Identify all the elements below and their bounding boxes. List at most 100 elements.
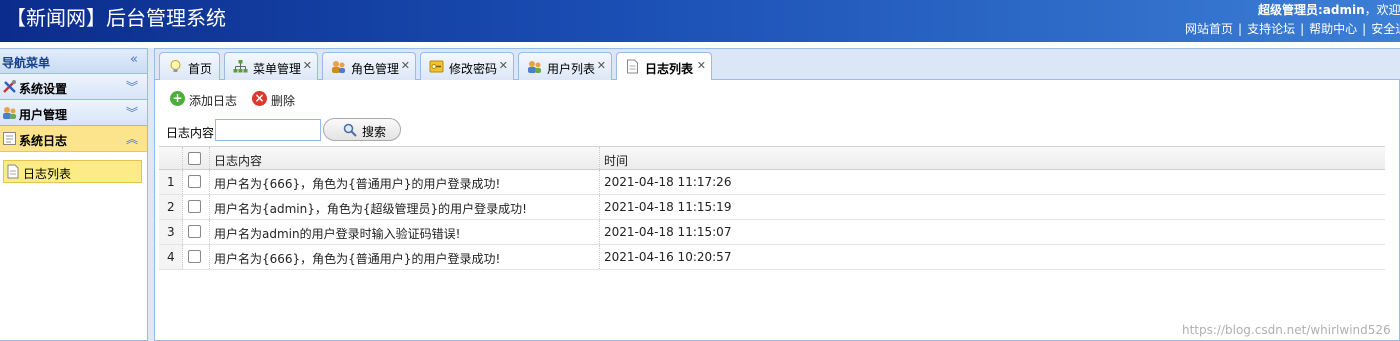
column-header-time[interactable]: 时间: [600, 147, 1385, 169]
document-icon: [7, 164, 19, 179]
log-time-cell: 2021-04-16 10:20:57: [604, 250, 732, 264]
add-icon: +: [170, 91, 185, 106]
nav-section-label: 系统日志: [19, 134, 68, 148]
nav-subitem-log-list[interactable]: 日志列表: [3, 160, 142, 183]
log-time-cell: 2021-04-18 11:15:07: [604, 225, 732, 239]
tab-menu-management[interactable]: 菜单管理 ✕: [224, 52, 318, 80]
greeting-text: ，欢迎您: [1364, 3, 1400, 17]
tab-label: 首页: [188, 62, 213, 76]
log-content-cell: 用户名为{666}，角色为{普通用户}的用户登录成功!: [210, 170, 600, 194]
search-input[interactable]: [215, 119, 321, 141]
tab-user-list[interactable]: 用户列表 ✕: [518, 52, 612, 80]
nav-title: 导航菜单: [2, 56, 51, 70]
tab-label: 用户列表: [547, 62, 596, 76]
log-time-cell: 2021-04-18 11:15:19: [604, 200, 732, 214]
row-checkbox[interactable]: [188, 225, 201, 238]
close-icon[interactable]: ✕: [401, 59, 410, 72]
row-number: 3: [159, 220, 183, 244]
row-checkbox-cell: [183, 170, 210, 194]
nav-subitem-label: 日志列表: [23, 167, 72, 181]
search-icon: [343, 123, 357, 137]
tab-bar: 首页 菜单管理 ✕ 角色管理 ✕ 修改密码 ✕ 用户列表 ✕ 日志列表 ✕: [155, 49, 1400, 81]
collapse-left-icon[interactable]: «: [130, 52, 138, 67]
row-number: 4: [159, 245, 183, 269]
link-forum[interactable]: 支持论坛: [1247, 22, 1295, 36]
tab-label: 修改密码: [449, 62, 498, 76]
nav-section-system-log[interactable]: 系统日志 ︽: [0, 126, 147, 152]
log-content-cell: 用户名为{admin}，角色为{超级管理员}的用户登录成功!: [210, 195, 600, 219]
watermark-text: https://blog.csdn.net/whirlwind526: [1182, 323, 1391, 337]
header-checkbox-cell: [183, 147, 210, 169]
row-checkbox-cell: [183, 195, 210, 219]
password-icon: [429, 60, 444, 73]
nav-section-label: 用户管理: [19, 108, 68, 122]
users-icon: [3, 107, 16, 119]
user-info: 超级管理员:admin，欢迎您: [1258, 2, 1400, 18]
collapse-up-icon[interactable]: ︽: [126, 130, 138, 147]
header-links: 网站首页 | 支持论坛 | 帮助中心 | 安全退出: [1185, 21, 1400, 37]
tab-label: 角色管理: [351, 62, 400, 76]
log-content-cell: 用户名为admin的用户登录时输入验证码错误!: [210, 220, 600, 244]
table-row[interactable]: 3 用户名为admin的用户登录时输入验证码错误! 2021-04-18 11:…: [159, 220, 1385, 245]
nav-header: 导航菜单 «: [0, 49, 147, 74]
tab-log-list[interactable]: 日志列表 ✕: [616, 52, 712, 81]
row-number: 2: [159, 195, 183, 219]
close-icon[interactable]: ✕: [499, 59, 508, 72]
bulb-icon: [170, 60, 181, 72]
row-checkbox[interactable]: [188, 200, 201, 213]
row-number: 1: [159, 170, 183, 194]
table-row[interactable]: 1 用户名为{666}，角色为{普通用户}的用户登录成功! 2021-04-18…: [159, 170, 1385, 195]
link-help[interactable]: 帮助中心: [1309, 22, 1357, 36]
tab-change-password[interactable]: 修改密码 ✕: [420, 52, 514, 80]
log-icon: [3, 132, 16, 145]
expand-down-icon[interactable]: ︾: [126, 78, 138, 95]
tools-icon: [3, 80, 16, 93]
tab-label: 菜单管理: [253, 62, 302, 76]
delete-button[interactable]: × 删除: [252, 91, 302, 109]
nav-section-user-management[interactable]: 用户管理 ︾: [0, 100, 147, 126]
log-content-cell: 用户名为{666}，角色为{普通用户}的用户登录成功!: [210, 245, 600, 269]
nav-section-label: 系统设置: [19, 82, 68, 96]
table-header: 日志内容 时间: [159, 146, 1385, 170]
document-icon: [627, 59, 638, 74]
user-role-label: 超级管理员:admin: [1258, 3, 1365, 17]
link-separator: |: [1362, 22, 1367, 36]
nav-section-system-settings[interactable]: 系统设置 ︾: [0, 74, 147, 100]
column-header-content[interactable]: 日志内容: [210, 147, 600, 169]
link-separator: |: [1300, 22, 1305, 36]
tab-home[interactable]: 首页: [159, 52, 220, 80]
add-log-label: 添加日志: [189, 94, 238, 108]
row-checkbox[interactable]: [188, 175, 201, 188]
expand-down-icon[interactable]: ︾: [126, 104, 138, 121]
app-header: 【新闻网】后台管理系统 超级管理员:admin，欢迎您 网站首页 | 支持论坛 | 帮助…: [0, 0, 1400, 42]
app-title: 【新闻网】后台管理系统: [6, 6, 226, 30]
log-time-cell: 2021-04-18 11:17:26: [604, 175, 732, 189]
row-checkbox-cell: [183, 245, 210, 269]
nav-panel: 导航菜单 « 系统设置 ︾ 用户管理 ︾ 系统日志 ︽ 日志列表: [0, 48, 148, 341]
table-row[interactable]: 4 用户名为{666}，角色为{普通用户}的用户登录成功! 2021-04-16…: [159, 245, 1385, 270]
role-icon: [332, 61, 345, 73]
row-checkbox-cell: [183, 220, 210, 244]
sitemap-icon: [233, 60, 248, 73]
close-icon[interactable]: ✕: [697, 59, 706, 72]
select-all-checkbox[interactable]: [188, 152, 201, 165]
delete-label: 删除: [271, 94, 296, 108]
tab-label: 日志列表: [645, 62, 694, 76]
log-table: 日志内容 时间 1 用户名为{666}，角色为{普通用户}的用户登录成功! 20…: [159, 146, 1385, 271]
link-separator: |: [1238, 22, 1243, 36]
toolbar: + 添加日志 × 删除 日志内容: 搜索: [155, 80, 1399, 141]
add-log-button[interactable]: + 添加日志: [170, 91, 240, 109]
user-list-icon: [528, 61, 541, 73]
tab-role-management[interactable]: 角色管理 ✕: [322, 52, 416, 80]
main-panel: 首页 菜单管理 ✕ 角色管理 ✕ 修改密码 ✕ 用户列表 ✕ 日志列表 ✕ + …: [154, 48, 1400, 341]
link-logout[interactable]: 安全退出: [1371, 22, 1400, 36]
row-checkbox[interactable]: [188, 250, 201, 263]
search-label: 日志内容:: [166, 126, 219, 140]
close-icon[interactable]: ✕: [597, 59, 606, 72]
search-button-label: 搜索: [362, 125, 387, 139]
table-row[interactable]: 2 用户名为{admin}，角色为{超级管理员}的用户登录成功! 2021-04…: [159, 195, 1385, 220]
search-button[interactable]: 搜索: [323, 118, 401, 141]
delete-icon: ×: [252, 91, 267, 106]
close-icon[interactable]: ✕: [303, 59, 312, 72]
link-site-home[interactable]: 网站首页: [1185, 22, 1233, 36]
